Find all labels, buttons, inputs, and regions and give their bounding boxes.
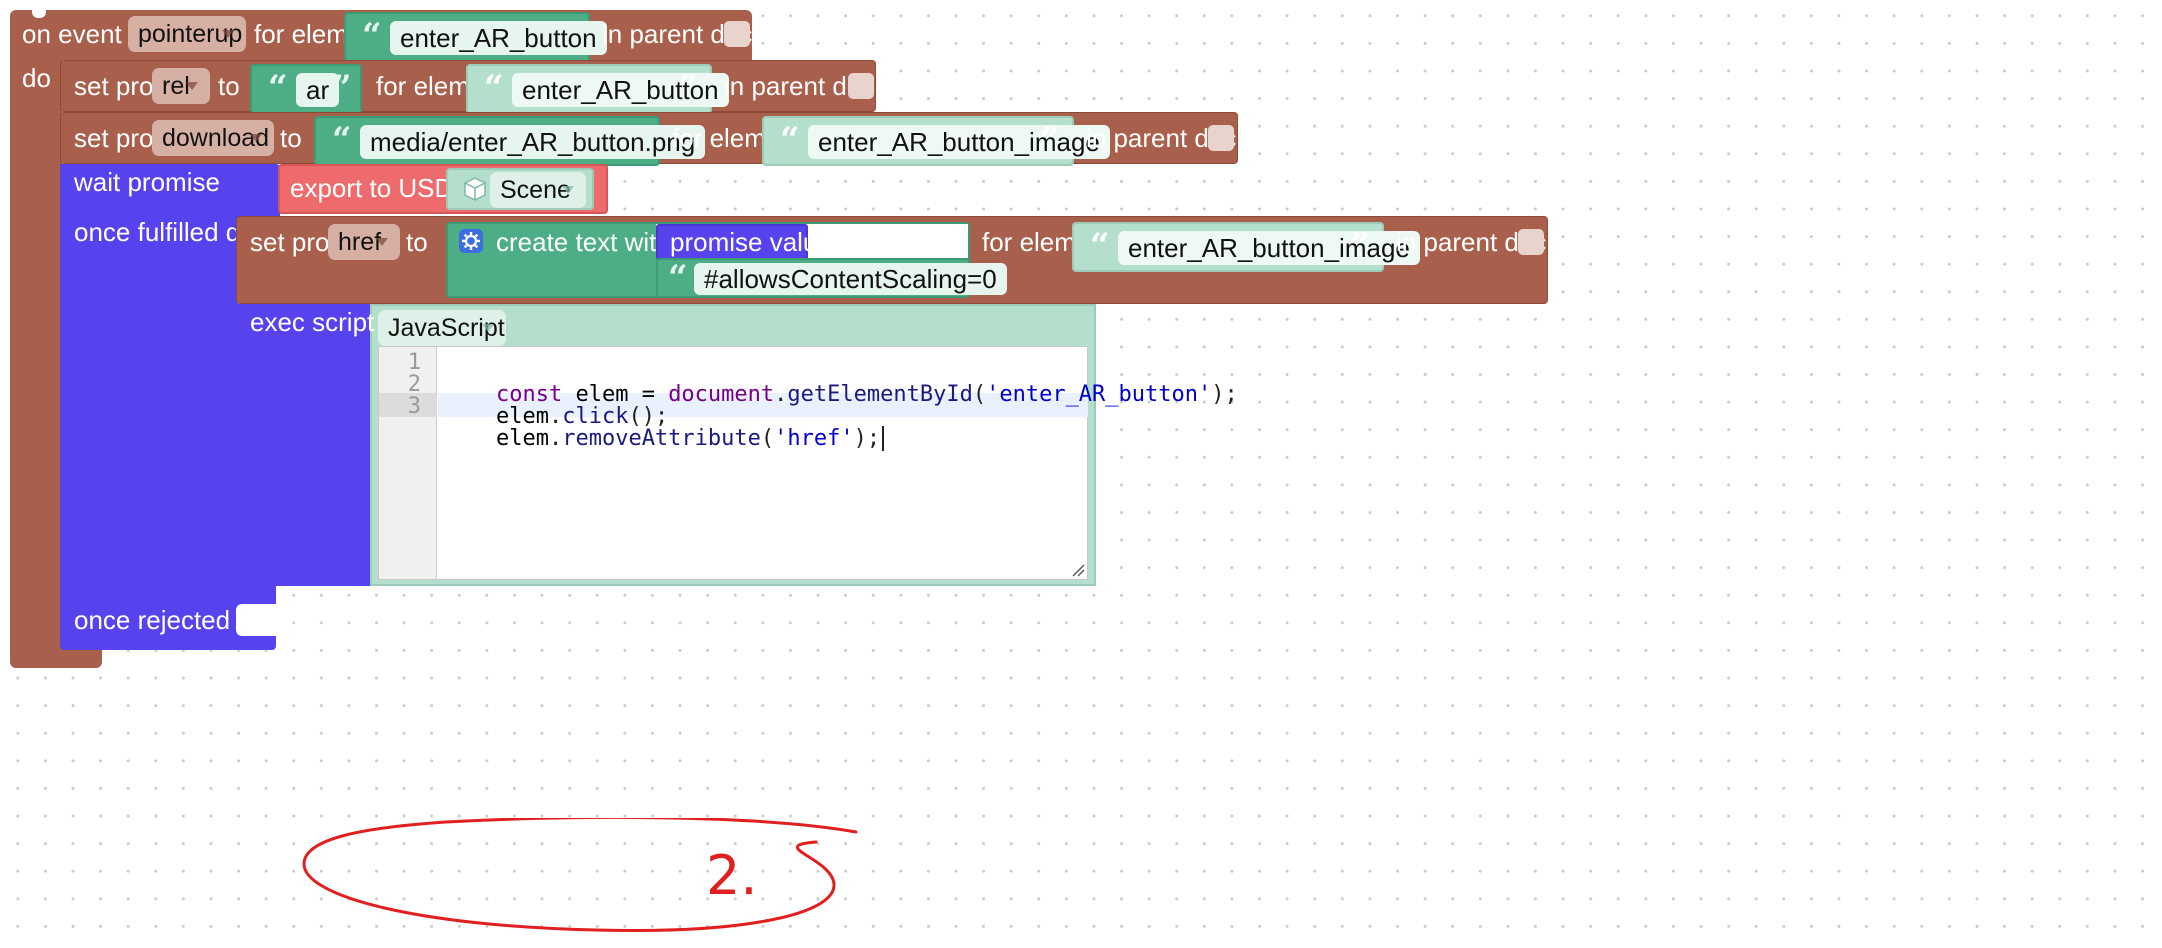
gear-icon[interactable] xyxy=(459,229,483,253)
href-elem-field[interactable]: enter_AR_button_image xyxy=(1118,231,1420,265)
event-for-elem: for elem xyxy=(254,19,348,49)
cube-icon xyxy=(462,176,488,202)
wait-promise-label: wait promise xyxy=(74,167,220,197)
code-editor[interactable]: 1 2 3 const elem = document.getElementBy… xyxy=(378,346,1238,580)
resize-handle-icon[interactable] xyxy=(1069,561,1085,577)
code-token: elem xyxy=(495,426,549,451)
annotation-ellipse xyxy=(302,818,858,932)
close-quote-icon: ” xyxy=(938,258,958,298)
close-quote-icon: ” xyxy=(626,120,646,160)
href-suffix-field[interactable]: #allowsContentScaling=0 xyxy=(694,263,1007,295)
event-block-body[interactable] xyxy=(10,58,62,658)
close-quote-icon: ” xyxy=(678,68,698,108)
language-dropdown[interactable]: JavaScript xyxy=(378,310,506,346)
code-token: 'enter_AR_button' xyxy=(986,382,1212,407)
annotation-text: 2. xyxy=(706,844,758,907)
close-quote-icon: ” xyxy=(332,68,352,108)
set-rel-for-elem: for elem xyxy=(376,71,470,101)
once-fulfilled-label: once fulfilled do xyxy=(74,217,255,247)
set-href-to: to xyxy=(406,227,428,257)
set-download-to: to xyxy=(280,123,302,153)
line-number: 3 xyxy=(407,394,421,419)
event-type-dropdown[interactable]: pointerup xyxy=(128,16,246,52)
download-parent-doc-checkbox[interactable] xyxy=(1208,125,1234,151)
code-token: ); xyxy=(853,426,881,451)
open-quote-icon: “ xyxy=(780,120,800,160)
code-token: ( xyxy=(972,382,987,407)
event-elem-string[interactable]: “ enter_AR_button ” xyxy=(344,12,607,62)
text-cursor xyxy=(882,426,885,451)
exec-script-label: exec script xyxy=(250,307,375,337)
download-value-string[interactable]: “ media/enter_AR_button.png ” xyxy=(314,116,706,166)
once-rejected-label: once rejected do xyxy=(74,605,267,635)
href-parent-doc-checkbox[interactable] xyxy=(1518,229,1544,255)
rel-value-string[interactable]: “ ar ” xyxy=(250,64,362,114)
open-quote-icon: “ xyxy=(362,16,382,56)
href-elem-string[interactable]: “ enter_AR_button_image ” xyxy=(1072,222,1420,272)
open-quote-icon: “ xyxy=(332,120,352,160)
set-href-for-elem: for elem xyxy=(982,227,1076,257)
set-download-for-elem: for elem xyxy=(672,123,766,153)
event-do-label: do xyxy=(22,63,51,93)
open-quote-icon: “ xyxy=(668,258,688,298)
href-suffix-string[interactable]: “ #allowsContentScaling=0 ” xyxy=(656,258,1007,298)
download-elem-string[interactable]: “ enter_AR_button_image ” xyxy=(762,116,1110,166)
open-quote-icon: “ xyxy=(484,68,504,108)
download-prop-dropdown[interactable]: download xyxy=(152,120,274,156)
scene-dropdown[interactable]: Scene xyxy=(490,172,586,208)
close-quote-icon: ” xyxy=(1040,120,1060,160)
rel-parent-doc-checkbox[interactable] xyxy=(848,73,874,99)
code-line-3[interactable]: elem.removeAttribute('href'); xyxy=(443,391,885,451)
code-token: removeAttribute xyxy=(562,426,761,451)
download-elem-field[interactable]: enter_AR_button_image xyxy=(808,125,1110,159)
exec-script-body[interactable] xyxy=(236,304,376,586)
code-token: 'href' xyxy=(774,426,854,451)
close-quote-icon: ” xyxy=(556,16,576,56)
code-token: . xyxy=(548,426,563,451)
open-quote-icon: “ xyxy=(1090,226,1110,266)
close-quote-icon: ” xyxy=(1350,226,1370,266)
event-parent-doc-checkbox[interactable] xyxy=(724,21,750,47)
rel-elem-string[interactable]: “ enter_AR_button ” xyxy=(466,64,729,114)
open-quote-icon: “ xyxy=(268,68,288,108)
set-rel-to: to xyxy=(218,71,240,101)
href-prop-dropdown[interactable]: href xyxy=(328,224,400,260)
create-text-label: create text with xyxy=(496,227,671,257)
code-token: ( xyxy=(760,426,775,451)
code-token: ); xyxy=(1211,382,1238,407)
rel-prop-dropdown[interactable]: rel xyxy=(152,68,210,104)
promise-value-label: promise value xyxy=(670,227,832,257)
download-value-field[interactable]: media/enter_AR_button.png xyxy=(360,125,706,159)
event-block-bottom[interactable] xyxy=(10,648,102,668)
export-usdz-label: export to USDZ xyxy=(290,173,470,203)
